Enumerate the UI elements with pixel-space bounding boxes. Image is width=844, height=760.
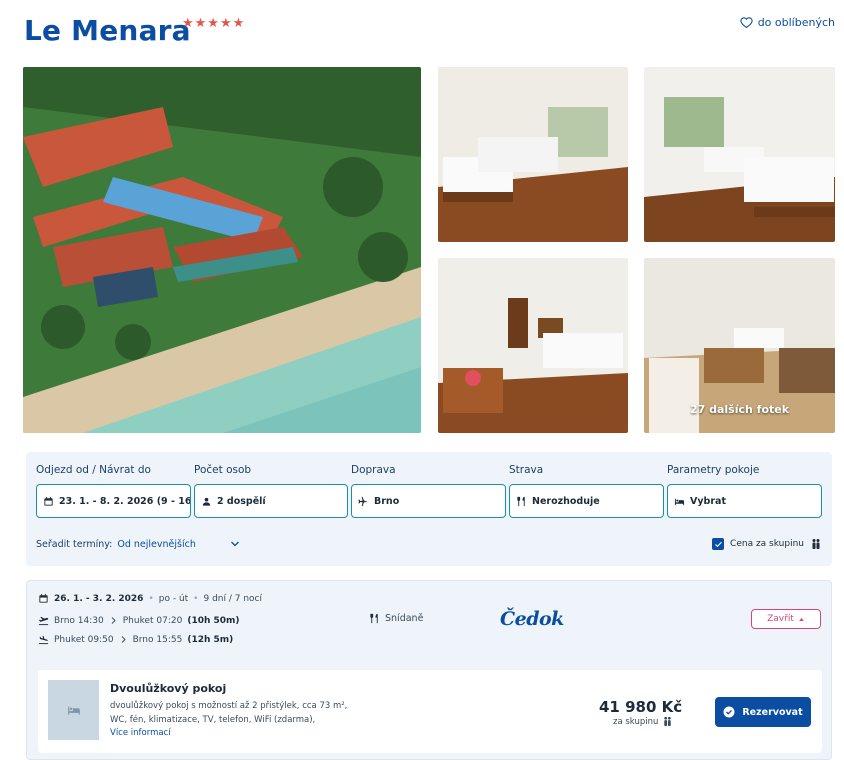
more-info-link[interactable]: Více informací — [110, 728, 175, 738]
outbound-to: Phuket 07:20 — [122, 615, 183, 626]
star-rating: ★★★★★ — [182, 16, 246, 31]
room-desc-line-2: WC, fén, klimatizace, TV, telefon, WiFi … — [110, 715, 316, 725]
room-offer: Dvoulůžkový pokoj dvoulůžkový pokoj s mo… — [38, 670, 822, 753]
return-to: Brno 15:55 — [132, 634, 183, 645]
cutlery-icon — [517, 496, 525, 506]
more-photos-label[interactable]: 27 dalších fotek — [644, 403, 835, 416]
term-duration: 9 dní / 7 nocí — [203, 593, 262, 604]
favorite-button[interactable]: do oblíbených — [740, 16, 835, 29]
outbound-flight: Brno 14:30 Phuket 07:20 (10h 50m) — [38, 615, 240, 626]
photo-room-3[interactable] — [438, 258, 628, 433]
term-date-range: 26. 1. - 3. 2. 2026 — [54, 593, 144, 604]
term-result: 26. 1. - 3. 2. 2026 • po - út • 9 dní / … — [26, 580, 832, 760]
board-label: Strava — [509, 464, 544, 476]
photo-gallery: 27 dalších fotek — [23, 67, 835, 433]
filter-transport: Doprava Brno — [351, 464, 506, 518]
calendar-icon — [44, 496, 53, 506]
persons-label: Počet osob — [194, 464, 252, 476]
photo-room-1[interactable] — [438, 67, 628, 242]
board-value: Nerozhoduje — [532, 495, 600, 507]
check-circle-icon — [723, 706, 735, 718]
term-dates-row: 26. 1. - 3. 2. 2026 • po - út • 9 dní / … — [38, 593, 262, 604]
filter-dates: Odjezd od / Návrat do 23. 1. - 8. 2. 202… — [36, 464, 191, 518]
transport-value: Brno — [374, 495, 400, 507]
room-field[interactable]: Vybrat — [667, 484, 822, 518]
term-weekdays: po - út — [158, 593, 189, 604]
room-desc-line-1: dvoulůžkový pokoj s možností až 2 přistý… — [110, 701, 348, 711]
operator-logo: Čedok — [500, 608, 564, 630]
bed-icon — [67, 706, 80, 715]
group-price-toggle: Cena za skupinu — [712, 538, 822, 550]
return-flight: Phuket 09:50 Brno 15:55 (12h 5m) — [38, 634, 233, 645]
persons-field[interactable]: 2 dospělí — [194, 484, 348, 518]
meal-info: Snídaně — [369, 613, 423, 624]
transport-label: Doprava — [351, 464, 396, 476]
board-field[interactable]: Nerozhoduje — [509, 484, 664, 518]
calendar-icon — [39, 593, 48, 603]
price-note: za skupinu — [613, 716, 673, 727]
hotel-title: Le Menara — [24, 14, 191, 47]
filter-room: Parametry pokoje Vybrat — [667, 464, 822, 518]
room-name: Dvoulůžkový pokoj — [110, 682, 227, 695]
search-filters: Odjezd od / Návrat do 23. 1. - 8. 2. 202… — [26, 452, 832, 566]
plane-takeoff-icon — [38, 616, 49, 626]
checkbox-icon[interactable] — [712, 538, 725, 550]
return-duration: (12h 5m) — [187, 634, 234, 645]
transport-field[interactable]: Brno — [351, 484, 506, 518]
favorite-label: do oblíbených — [757, 16, 835, 29]
close-label: Zavřít — [767, 614, 794, 624]
room-description: dvoulůžkový pokoj s možností až 2 přistý… — [110, 699, 350, 727]
filter-persons: Počet osob 2 dospělí — [194, 464, 348, 518]
outbound-duration: (10h 50m) — [187, 615, 240, 626]
dates-field[interactable]: 23. 1. - 8. 2. 2026 (9 - 16 d... — [36, 484, 191, 518]
dates-value: 23. 1. - 8. 2. 2026 (9 - 16 d... — [59, 495, 191, 507]
photo-room-4[interactable]: 27 dalších fotek — [644, 258, 835, 433]
book-button[interactable]: Rezervovat — [715, 697, 811, 727]
group-icon — [812, 539, 820, 549]
bed-icon — [674, 498, 685, 505]
chevron-right-icon — [121, 636, 126, 643]
sort-value[interactable]: Od nejlevnějších — [117, 539, 195, 550]
close-button[interactable]: Zavřít — [751, 609, 821, 629]
book-label: Rezervovat — [742, 706, 803, 718]
heart-icon — [740, 17, 753, 29]
cutlery-icon — [370, 613, 378, 624]
filter-board: Strava Nerozhoduje — [509, 464, 664, 518]
chevron-down-icon[interactable] — [229, 538, 241, 550]
chevron-right-icon — [111, 617, 116, 624]
group-icon — [664, 716, 672, 727]
plane-icon — [358, 496, 368, 506]
room-price: 41 980 Kč — [599, 698, 683, 716]
persons-value: 2 dospělí — [217, 495, 266, 507]
price-note-label: za skupinu — [613, 716, 659, 727]
sort-control: Seřadit termíny: Od nejlevnějších — [36, 538, 241, 550]
room-label: Parametry pokoje — [667, 464, 760, 476]
sort-label: Seřadit termíny: — [36, 538, 113, 550]
person-icon — [202, 497, 211, 506]
group-price-label: Cena za skupinu — [730, 539, 804, 549]
main-photo-resort-aerial[interactable] — [23, 67, 421, 433]
caret-up-icon — [799, 617, 804, 621]
room-thumbnail[interactable] — [48, 680, 99, 740]
return-from: Phuket 09:50 — [54, 634, 114, 645]
plane-landing-icon — [38, 635, 49, 645]
meal-label: Snídaně — [385, 613, 424, 624]
outbound-from: Brno 14:30 — [54, 615, 104, 626]
photo-room-2[interactable] — [644, 67, 835, 242]
room-value: Vybrat — [690, 495, 726, 507]
dates-label: Odjezd od / Návrat do — [36, 464, 151, 476]
